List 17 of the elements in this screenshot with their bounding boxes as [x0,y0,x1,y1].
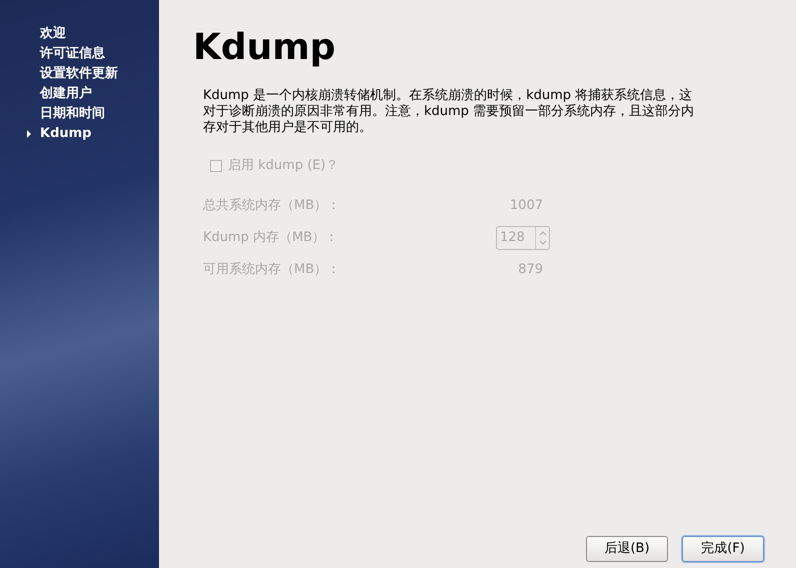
checkbox-label: 启用 kdump (E)？ [228,157,339,175]
sidebar-item[interactable]: Kdump [40,124,92,144]
sidebar-item[interactable]: 设置软件更新 [40,64,118,84]
sidebar-item[interactable]: 许可证信息 [40,44,105,64]
sidebar-item[interactable]: 创建用户 [40,84,92,104]
nav-button[interactable]: 完成(F) [682,536,764,562]
nav-button[interactable]: 后退(B) [586,536,668,562]
field-value: 1007 [508,196,543,215]
description-text: Kdump 是一个内核崩溃转储机制。在系统崩溃的时候，kdump 将捕获系统信息，这对于诊断崩溃的原因非常有用。注意，kdump 需要预留一部分系统内存，且这部分内存对于其他用户是不可用的。 [202,88,696,136]
field-value: 879 [517,260,543,279]
field-label: Kdump 内存（MB）： [203,228,340,247]
arrow-icon [26,130,32,138]
field-label: 可用系统内存（MB）： [203,260,342,279]
field-label: 总共系统内存（MB）： [203,196,342,215]
sidebar-item[interactable]: 欢迎 [40,24,66,44]
sidebar-item[interactable]: 日期和时间 [40,104,105,124]
page-title: Kdump [193,26,337,70]
